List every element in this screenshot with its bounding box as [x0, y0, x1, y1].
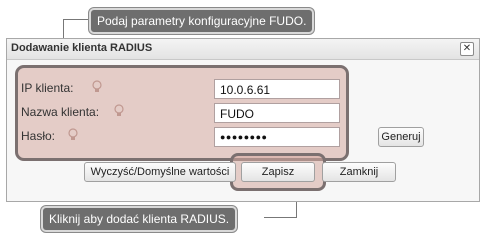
callout-bottom: Kliknij aby dodać klienta RADIUS. [41, 206, 238, 232]
lightbulb-icon [67, 127, 79, 143]
ip-input[interactable]: 10.0.6.61 [214, 79, 340, 99]
cancel-button[interactable]: Zamknij [322, 162, 396, 182]
callout-bottom-connector-horizontal [264, 217, 297, 218]
clear-defaults-button[interactable]: Wyczyść/Domyślne wartości [84, 162, 236, 182]
ip-label: IP klienta: [21, 81, 74, 95]
name-label: Nazwa klienta: [21, 105, 100, 119]
name-input[interactable]: FUDO [214, 103, 340, 123]
password-input[interactable]: ●●●●●●●● [214, 127, 340, 147]
name-row: Nazwa klienta: FUDO [21, 103, 351, 123]
dialog-title: Dodawanie klienta RADIUS [11, 42, 153, 54]
generate-button[interactable]: Generuj [378, 127, 424, 147]
lightbulb-icon [91, 79, 103, 95]
callout-top: Podaj parametry konfiguracyjne FUDO. [89, 8, 315, 34]
password-label: Hasło: [21, 129, 56, 143]
password-row: Hasło: ●●●●●●●● [21, 127, 351, 147]
ip-row: IP klienta: 10.0.6.61 [21, 79, 351, 99]
dialog-titlebar: Dodawanie klienta RADIUS ✕ [7, 39, 479, 60]
save-button[interactable]: Zapisz [241, 162, 315, 182]
lightbulb-icon [113, 103, 125, 119]
close-icon[interactable]: ✕ [460, 42, 474, 56]
callout-top-connector [63, 19, 91, 20]
